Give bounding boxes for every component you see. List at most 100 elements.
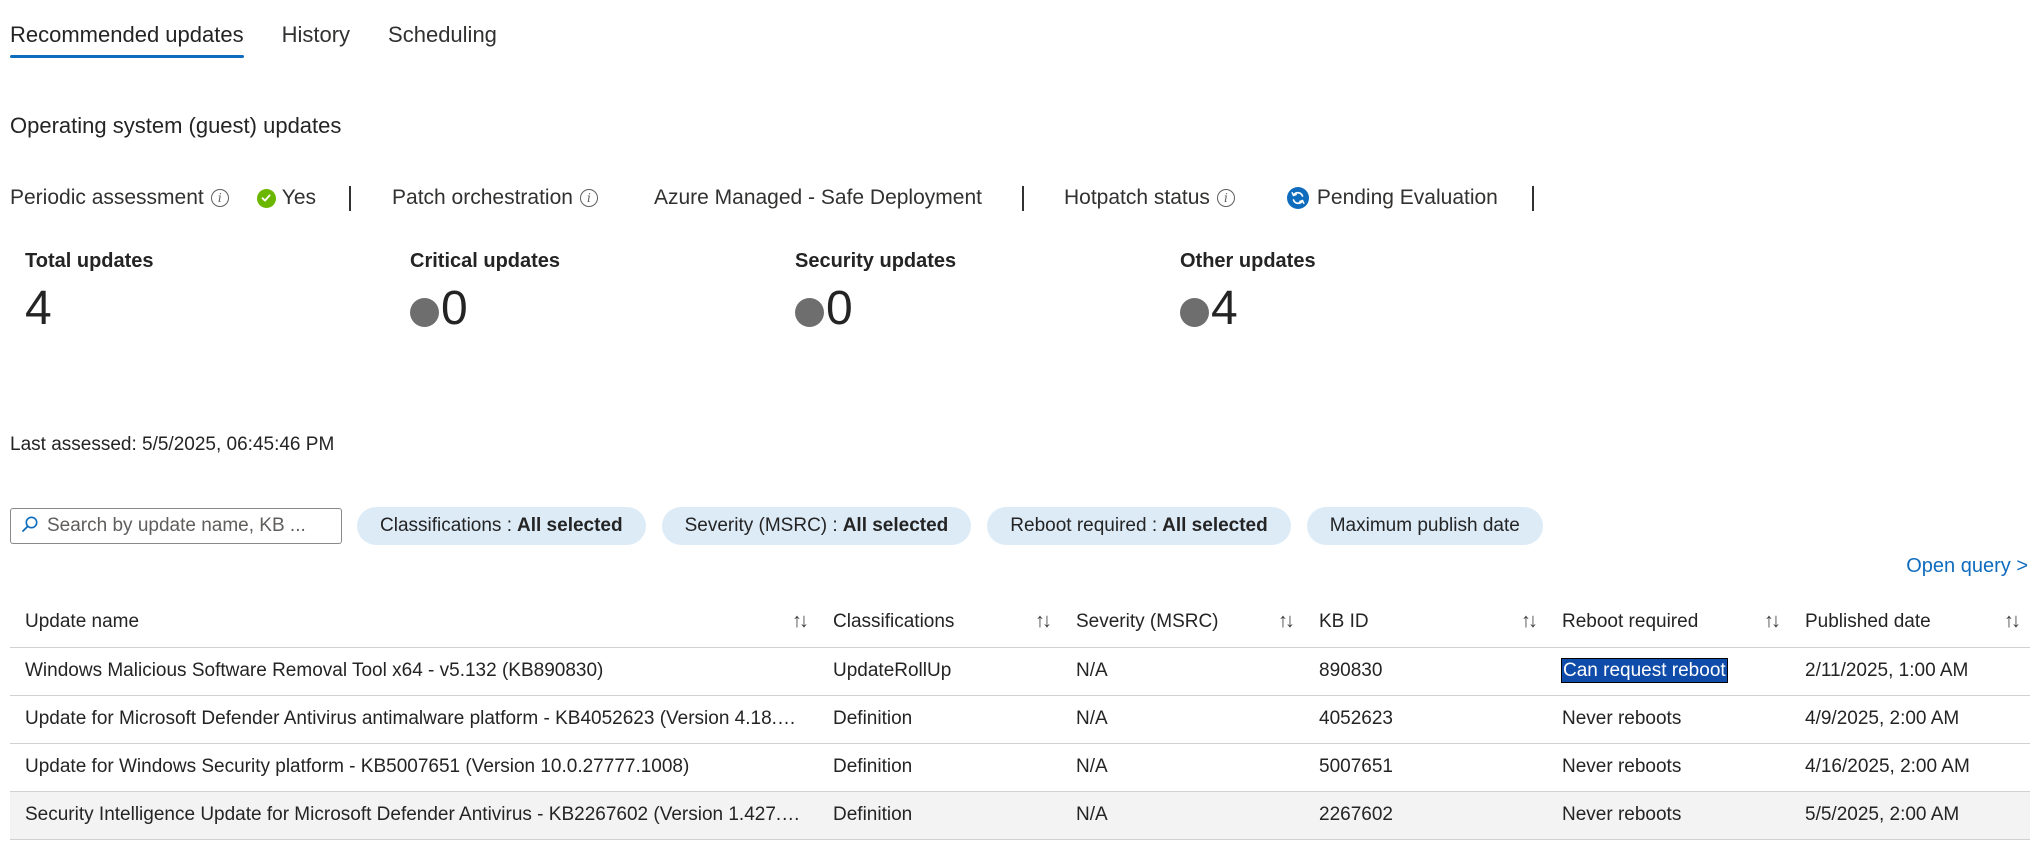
stat-label: Other updates [1180,250,1316,272]
classifications-filter[interactable]: Classifications : All selected [357,507,646,545]
cell-kb-id: 5007651 [1304,743,1547,792]
hotpatch-status-value: Pending Evaluation [1316,186,1498,209]
cell-published-date: 4/16/2025, 2:00 AM [1790,743,2030,792]
cell-reboot-required: Can request reboot [1547,647,1790,696]
table-row[interactable]: Update for Windows Security platform - K… [10,743,2030,792]
section-title: Operating system (guest) updates [10,113,342,138]
filter-label: Maximum publish date [1329,515,1520,536]
column-header-severity[interactable]: Severity (MSRC) ↑↓ [1061,597,1304,648]
last-assessed: Last assessed: 5/5/2025, 06:45:46 PM [10,434,335,455]
stat-value: 4 [25,282,52,335]
cell-update-name: Update for Windows Security platform - K… [10,743,818,792]
sort-icon[interactable]: ↑↓ [1035,610,1052,633]
cell-published-date: 5/5/2025, 2:00 AM [1790,791,2030,840]
column-header-kb-id[interactable]: KB ID ↑↓ [1304,597,1547,648]
stat-total-updates: Total updates 4 [25,250,154,333]
table-row[interactable]: Security Intelligence Update for Microso… [10,791,2030,840]
cell-severity: N/A [1061,695,1304,744]
selected-text: Can request reboot [1561,658,1728,683]
tab-bar: Recommended updates History Scheduling [10,0,535,62]
cell-reboot-required: Never reboots [1547,791,1790,840]
filter-label: Severity (MSRC) : [684,515,838,536]
cell-classification: Definition [818,791,1061,840]
column-label: KB ID [1319,610,1369,632]
cell-update-name: Update for Microsoft Defender Antivirus … [10,695,818,744]
column-header-classifications[interactable]: Classifications ↑↓ [818,597,1061,648]
table-row[interactable]: Windows Malicious Software Removal Tool … [10,647,2030,696]
tab-scheduling[interactable]: Scheduling [388,0,497,60]
severity-filter[interactable]: Severity (MSRC) : All selected [661,507,972,545]
cell-reboot-required: Never reboots [1547,695,1790,744]
search-input[interactable] [47,515,327,537]
column-label: Reboot required [1562,610,1699,632]
column-label: Classifications [833,610,955,632]
filter-bar: Classifications :All selected Severity (… [10,507,1559,545]
hotpatch-status-label: Hotpatch status [1063,186,1210,209]
check-circle-icon [256,188,276,208]
cell-severity: N/A [1061,743,1304,792]
stat-label: Security updates [795,250,957,272]
sort-icon[interactable]: ↑↓ [1521,610,1538,633]
reboot-required-filter[interactable]: Reboot required : All selected [987,507,1291,545]
periodic-assessment-label: Periodic assessment [10,186,204,209]
periodic-assessment-value: Yes [281,186,317,209]
stat-security-updates: Security updates 0 [795,250,956,333]
column-label: Published date [1805,610,1931,632]
divider [1531,185,1534,211]
updates-table: Update name ↑↓ Classifications ↑↓ Severity… [10,597,2030,840]
column-header-published-date[interactable]: Published date ↑↓ [1790,597,2030,648]
sort-icon[interactable]: ↑↓ [2004,610,2021,633]
patch-orchestration-label: Patch orchestration [392,186,573,209]
properties-row: Periodic assessment i Yes Patch orchestr… [10,183,1534,213]
column-header-update-name[interactable]: Update name ↑↓ [10,597,818,648]
tab-recommended-updates[interactable]: Recommended updates [10,0,244,60]
column-header-reboot-required[interactable]: Reboot required ↑↓ [1547,597,1790,648]
stat-label: Critical updates [410,250,561,272]
status-dot-icon [410,297,439,327]
info-icon[interactable]: i [1216,189,1235,207]
stat-other-updates: Other updates 4 [1180,250,1316,333]
cell-update-name: Security Intelligence Update for Microso… [10,791,818,840]
sort-icon[interactable]: ↑↓ [792,610,809,633]
cell-kb-id: 4052623 [1304,695,1547,744]
stat-label: Total updates [25,250,154,272]
cell-classification: Definition [818,743,1061,792]
sort-icon[interactable]: ↑↓ [1764,610,1781,633]
cell-severity: N/A [1061,791,1304,840]
cell-published-date: 4/9/2025, 2:00 AM [1790,695,2030,744]
maximum-publish-date-filter[interactable]: Maximum publish date [1306,507,1543,545]
cell-reboot-required: Never reboots [1547,743,1790,792]
sort-icon[interactable]: ↑↓ [1278,610,1295,633]
stat-value: 4 [1211,282,1238,335]
filter-value: All selected [1162,515,1268,536]
tab-history[interactable]: History [282,0,350,60]
table-header-row: Update name ↑↓ Classifications ↑↓ Severity… [10,597,2030,648]
divider [1021,185,1024,211]
stat-value: 0 [441,282,468,335]
divider [349,185,352,211]
column-label: Severity (MSRC) [1076,610,1219,632]
sync-icon [1286,187,1309,209]
search-box[interactable] [10,508,342,544]
stat-critical-updates: Critical updates 0 [410,250,560,333]
cell-kb-id: 2267602 [1304,791,1547,840]
cell-classification: UpdateRollUp [818,647,1061,696]
column-label: Update name [25,610,140,632]
table-row[interactable]: Update for Microsoft Defender Antivirus … [10,695,2030,744]
status-dot-icon [795,297,824,327]
search-icon [21,515,39,538]
cell-kb-id: 890830 [1304,647,1547,696]
filter-value: All selected [517,515,623,536]
info-icon[interactable]: i [579,189,598,207]
cell-severity: N/A [1061,647,1304,696]
patch-orchestration-value: Azure Managed - Safe Deployment [653,186,982,209]
open-query-link[interactable]: Open query > [1906,555,2028,578]
filter-label: Reboot required : [1010,515,1158,536]
info-icon[interactable]: i [210,189,229,207]
cell-update-name: Windows Malicious Software Removal Tool … [10,647,818,696]
cell-published-date: 2/11/2025, 1:00 AM [1790,647,2030,696]
cell-classification: Definition [818,695,1061,744]
status-dot-icon [1180,297,1209,327]
stat-value: 0 [826,282,853,335]
filter-label: Classifications : [380,515,512,536]
